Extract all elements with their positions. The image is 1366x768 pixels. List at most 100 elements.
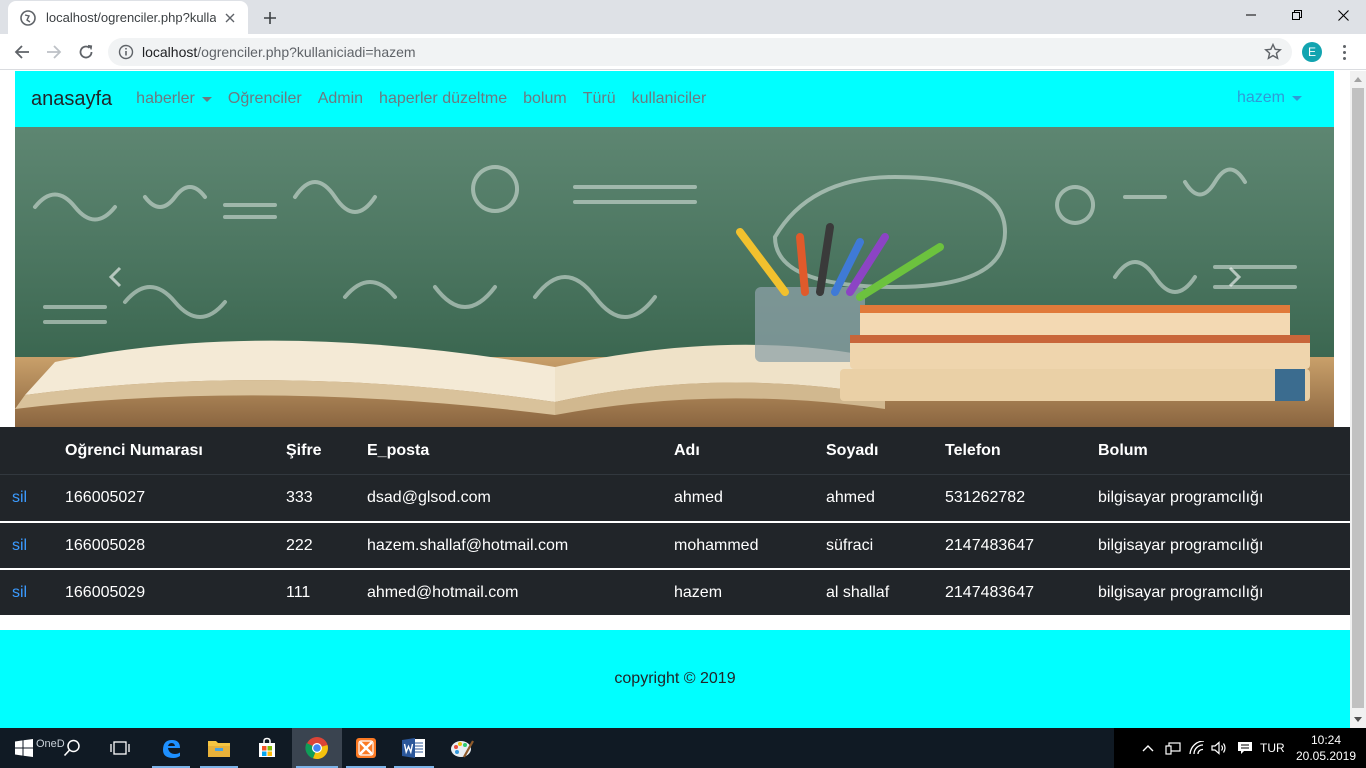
delete-link[interactable]: sil bbox=[12, 523, 27, 568]
profile-avatar[interactable]: E bbox=[1302, 42, 1322, 62]
table-header-cell: Adı bbox=[674, 441, 700, 459]
search-icon[interactable] bbox=[50, 728, 94, 768]
browser-tabstrip: localhost/ogrenciler.php?kullanic bbox=[0, 0, 1366, 34]
xampp-icon[interactable] bbox=[342, 728, 390, 768]
url-text: localhost/ogrenciler.php?kullaniciadi=ha… bbox=[142, 44, 416, 60]
table-header-row: Oğrenci Numarası Şifre E_posta Adı Soyad… bbox=[0, 427, 1350, 474]
url-host: localhost bbox=[142, 44, 198, 60]
students-table: Oğrenci Numarası Şifre E_posta Adı Soyad… bbox=[0, 427, 1350, 615]
paint-icon[interactable] bbox=[438, 728, 486, 768]
clock[interactable]: 10:24 20.05.2019 bbox=[1290, 732, 1362, 764]
address-bar[interactable]: localhost/ogrenciler.php?kullaniciadi=ha… bbox=[108, 38, 1292, 66]
task-view-icon[interactable] bbox=[98, 728, 142, 768]
table-cell: 166005028 bbox=[65, 536, 146, 554]
word-icon[interactable] bbox=[390, 728, 438, 768]
nav-item-haberler[interactable]: haberler bbox=[136, 90, 212, 108]
table-cell: dsad@glsod.com bbox=[367, 489, 491, 506]
table-header-cell: E_posta bbox=[367, 441, 430, 459]
table-cell: 166005027 bbox=[65, 489, 146, 506]
table-cell: bilgisayar programcılığı bbox=[1098, 489, 1264, 506]
navbar-brand[interactable]: anasayfa bbox=[31, 88, 112, 111]
classroom-image bbox=[15, 127, 1334, 427]
page-scrollbar[interactable] bbox=[1350, 71, 1366, 728]
close-window-icon[interactable] bbox=[1320, 0, 1366, 30]
nav-item-haperler-duzeltme[interactable]: haperler düzeltme bbox=[379, 90, 507, 108]
nav-item-admin[interactable]: Admin bbox=[318, 90, 363, 108]
table-header-cell: Telefon bbox=[945, 441, 1001, 459]
minimize-icon[interactable] bbox=[1228, 0, 1274, 30]
user-dropdown[interactable]: hazem bbox=[1237, 89, 1302, 107]
nav-item-turu[interactable]: Türü bbox=[583, 90, 616, 108]
forward-arrow-icon[interactable] bbox=[40, 38, 68, 66]
close-tab-icon[interactable] bbox=[222, 10, 238, 26]
table-header-cell: Soyadı bbox=[826, 441, 879, 459]
scrollbar-thumb[interactable] bbox=[1352, 88, 1364, 708]
copyright-text: copyright © 2019 bbox=[614, 670, 736, 687]
wifi-icon[interactable] bbox=[1186, 728, 1208, 768]
table-cell: 531262782 bbox=[945, 489, 1026, 506]
chevron-up-icon[interactable] bbox=[1138, 728, 1158, 768]
language-indicator[interactable]: TUR bbox=[1260, 741, 1285, 755]
table-cell: 111 bbox=[286, 583, 311, 601]
delete-link[interactable]: sil bbox=[12, 475, 27, 521]
page-viewport: anasayfa haberler Oğrenciler Admin haper… bbox=[0, 71, 1350, 728]
delete-link[interactable]: sil bbox=[12, 570, 27, 615]
clock-time: 10:24 bbox=[1310, 733, 1342, 747]
device-icon[interactable] bbox=[1162, 728, 1184, 768]
volume-icon[interactable] bbox=[1208, 728, 1230, 768]
carousel-prev-icon[interactable] bbox=[103, 265, 127, 289]
chrome-menu-icon[interactable] bbox=[1334, 42, 1354, 62]
windows-taskbar: OneD TUR 10:24 20.05.2019 bbox=[0, 728, 1366, 768]
reload-icon[interactable] bbox=[72, 38, 100, 66]
url-path: /ogrenciler.php?kullaniciadi=hazem bbox=[197, 44, 416, 60]
table-cell: hazem.shallaf@hotmail.com bbox=[367, 536, 569, 554]
scroll-down-icon[interactable] bbox=[1350, 712, 1366, 728]
table-cell: 222 bbox=[286, 536, 313, 554]
table-cell: mohammed bbox=[674, 536, 759, 554]
bookmark-star-icon[interactable] bbox=[1264, 42, 1282, 61]
table-header-cell: Şifre bbox=[286, 441, 322, 459]
table-cell: bilgisayar programcılığı bbox=[1098, 583, 1264, 601]
nav-item-kullaniciler[interactable]: kullaniciler bbox=[632, 90, 707, 108]
hero-carousel bbox=[15, 127, 1334, 427]
nav-item-label: haberler bbox=[136, 90, 195, 107]
table-row: sil 166005029 111 ahmed@hotmail.com haze… bbox=[0, 568, 1350, 615]
user-name: hazem bbox=[1236, 89, 1285, 106]
scroll-up-icon[interactable] bbox=[1350, 71, 1366, 87]
file-explorer-icon[interactable] bbox=[196, 728, 242, 768]
table-cell: hazem bbox=[674, 583, 723, 601]
table-header-cell: Bolum bbox=[1098, 441, 1148, 459]
tab-title: localhost/ogrenciler.php?kullanic bbox=[46, 10, 216, 25]
table-cell: süfraci bbox=[826, 536, 874, 554]
table-cell: ahmed bbox=[674, 489, 723, 506]
edge-icon[interactable] bbox=[148, 728, 194, 768]
table-cell: al shallaf bbox=[826, 583, 890, 601]
restore-icon[interactable] bbox=[1274, 0, 1320, 30]
notification-icon[interactable] bbox=[1234, 728, 1256, 768]
caret-down-icon bbox=[1292, 95, 1302, 101]
back-arrow-icon[interactable] bbox=[8, 38, 36, 66]
table-cell: 2147483647 bbox=[945, 583, 1034, 601]
chrome-icon[interactable] bbox=[292, 728, 342, 768]
new-tab-icon[interactable] bbox=[258, 6, 282, 30]
nav-item-ogrenciler[interactable]: Oğrenciler bbox=[228, 90, 302, 108]
site-footer: copyright © 2019 bbox=[0, 630, 1350, 728]
browser-toolbar: localhost/ogrenciler.php?kullaniciadi=ha… bbox=[0, 34, 1366, 70]
table-cell: 2147483647 bbox=[945, 536, 1034, 554]
nav-item-bolum[interactable]: bolum bbox=[523, 90, 567, 108]
table-cell: ahmed@hotmail.com bbox=[367, 583, 519, 601]
table-row: sil 166005027 333 dsad@glsod.com ahmed a… bbox=[0, 474, 1350, 521]
browser-tab[interactable]: localhost/ogrenciler.php?kullanic bbox=[8, 1, 248, 34]
store-icon[interactable] bbox=[244, 728, 290, 768]
site-navbar: anasayfa haberler Oğrenciler Admin haper… bbox=[15, 71, 1334, 127]
table-cell: ahmed bbox=[826, 489, 875, 506]
table-cell: 333 bbox=[286, 489, 313, 506]
table-row: sil 166005028 222 hazem.shallaf@hotmail.… bbox=[0, 521, 1350, 568]
info-icon[interactable] bbox=[118, 44, 134, 60]
caret-down-icon bbox=[201, 96, 212, 102]
table-cell: 166005029 bbox=[65, 583, 146, 601]
clock-date: 20.05.2019 bbox=[1295, 749, 1357, 763]
table-header-cell: Oğrenci Numarası bbox=[65, 441, 203, 459]
carousel-next-icon[interactable] bbox=[1223, 265, 1247, 289]
table-cell: bilgisayar programcılığı bbox=[1098, 536, 1264, 554]
